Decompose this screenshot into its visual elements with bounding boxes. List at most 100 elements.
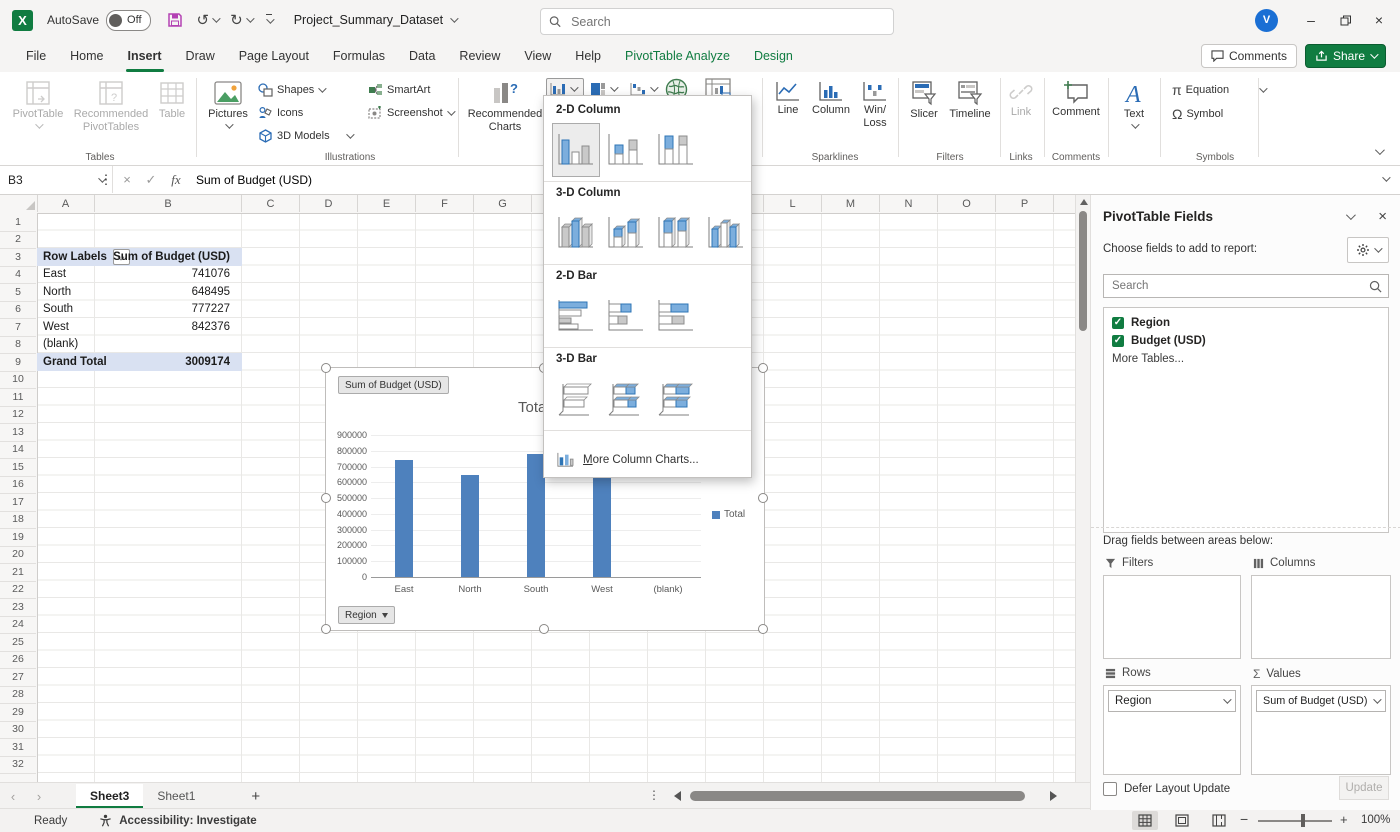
defer-checkbox[interactable] [1103,782,1117,796]
normal-view-icon[interactable] [1132,811,1158,830]
column-header-A[interactable]: A [37,195,95,212]
row-header-20[interactable]: 20 [0,546,36,565]
row-header-7[interactable]: 7 [0,318,36,337]
accessibility-status[interactable]: Accessibility: Investigate [119,815,256,827]
column-header-B[interactable]: B [95,195,242,212]
sheet-tab-sheet3[interactable]: Sheet3 [76,784,143,809]
chart-gallery-item-col3d-0[interactable] [552,206,600,260]
tools-gear-button[interactable] [1347,237,1389,263]
row-header-9[interactable]: 9 [0,353,36,372]
row-header-17[interactable]: 17 [0,493,36,512]
row-header-29[interactable]: 29 [0,703,36,722]
row-header-21[interactable]: 21 [0,563,36,582]
confirm-entry-icon[interactable]: ✓ [140,166,162,193]
row-header-10[interactable]: 10 [0,371,36,390]
insert-hierarchy-chart-button[interactable] [590,82,616,96]
chart-gallery-item-bar3d-2[interactable] [652,372,700,426]
values-field-pill[interactable]: Sum of Budget (USD) [1256,690,1386,712]
column-header-E[interactable]: E [358,195,416,212]
add-sheet-button[interactable]: + [251,788,260,805]
cancel-entry-icon[interactable]: × [116,166,138,193]
title-chevron-icon[interactable] [450,14,458,22]
field-item-budget-usd-[interactable]: ✓Budget (USD) [1112,332,1380,350]
pane-search-box[interactable] [1103,274,1389,298]
chart-bar-East[interactable] [395,460,413,577]
chart-selection-handle[interactable] [758,493,768,503]
column-header-C[interactable]: C [242,195,300,212]
row-header-25[interactable]: 25 [0,633,36,652]
chart-selection-handle[interactable] [321,624,331,634]
save-icon[interactable] [167,12,183,28]
chart-gallery-item-bar3d-1[interactable] [602,372,650,426]
autosave-toggle[interactable]: Off [106,10,150,31]
menu-tab-data[interactable]: Data [397,40,447,72]
recommended-pivottables-button[interactable]: ? Recommended PivotTables [70,80,152,134]
customize-qat-icon[interactable] [266,14,272,27]
chart-bar-North[interactable] [461,475,479,577]
chart-gallery-item-col2d-0[interactable] [552,123,600,177]
menu-tab-insert[interactable]: Insert [116,40,174,72]
chart-selection-handle[interactable] [321,493,331,503]
chart-legend[interactable]: Total [712,509,745,520]
prev-sheet-icon[interactable]: ‹ [0,789,26,804]
menu-tab-help[interactable]: Help [563,40,613,72]
insert-function-icon[interactable]: fx [164,166,188,193]
zoom-out-icon[interactable]: − [1240,811,1248,827]
row-header-1[interactable]: 1 [0,213,36,232]
redo-icon[interactable]: ↻ [230,13,243,28]
column-header-partial[interactable] [1054,195,1075,212]
vertical-scrollbar[interactable] [1075,195,1091,782]
row-header-14[interactable]: 14 [0,441,36,460]
row-header-6[interactable]: 6 [0,301,36,320]
page-break-view-icon[interactable] [1206,811,1232,830]
row-header-22[interactable]: 22 [0,581,36,600]
row-header-16[interactable]: 16 [0,476,36,495]
row-header-30[interactable]: 30 [0,721,36,740]
slicer-button[interactable]: Slicer [904,80,944,121]
column-header-G[interactable]: G [474,195,532,212]
more-column-charts-item[interactable]: More Column Charts... [544,447,751,473]
symbol-button[interactable]: Ω Symbol [1172,106,1223,122]
timeline-button[interactable]: Timeline [946,80,994,121]
chart-selection-handle[interactable] [321,363,331,373]
tabbar-options-icon[interactable]: ⋮ [648,788,660,802]
menu-tab-home[interactable]: Home [58,40,115,72]
row-header-12[interactable]: 12 [0,406,36,425]
restore-button[interactable] [1330,5,1360,35]
row-header-26[interactable]: 26 [0,651,36,670]
more-tables-link[interactable]: More Tables... [1112,350,1380,368]
pictures-button[interactable]: Pictures [206,80,250,129]
zoom-slider-thumb[interactable] [1301,814,1305,827]
column-header-D[interactable]: D [300,195,358,212]
columns-area-box[interactable] [1251,575,1391,659]
row-header-27[interactable]: 27 [0,668,36,687]
chart-gallery-item-col3d-2[interactable] [652,206,700,260]
field-checkbox-checked[interactable]: ✓ [1112,317,1124,329]
hscroll-left-icon[interactable] [674,791,681,801]
menu-tab-file[interactable]: File [14,40,58,72]
pivot-values-header-cell[interactable]: Sum of Budget (USD) [113,251,230,263]
row-header-4[interactable]: 4 [0,266,36,285]
insert-waterfall-chart-button[interactable] [630,82,656,96]
rows-field-pill[interactable]: Region [1108,690,1236,712]
hscroll-right-icon[interactable] [1050,791,1057,801]
row-header-18[interactable]: 18 [0,511,36,530]
pivot-row-South[interactable]: South777227 [37,301,242,319]
update-button[interactable]: Update [1339,776,1389,800]
redo-chevron-icon[interactable] [246,14,254,22]
smartart-button[interactable]: SmartArt [368,83,430,97]
row-header-15[interactable]: 15 [0,458,36,477]
table-button[interactable]: Table [152,80,192,121]
expand-formula-bar-icon[interactable] [1382,173,1390,181]
row-header-5[interactable]: 5 [0,283,36,302]
pane-search-input[interactable] [1110,279,1369,293]
row-header-23[interactable]: 23 [0,598,36,617]
field-checkbox-checked[interactable]: ✓ [1112,335,1124,347]
pane-options-chevron-icon[interactable] [1346,210,1356,220]
document-title[interactable]: Project_Summary_Dataset [294,13,443,27]
sparkline-winloss-button[interactable]: Win/ Loss [856,80,894,130]
row-header-31[interactable]: 31 [0,738,36,757]
formula-content[interactable]: Sum of Budget (USD) [196,166,312,193]
row-header-19[interactable]: 19 [0,528,36,547]
chart-gallery-item-bar3d-0[interactable] [552,372,600,426]
